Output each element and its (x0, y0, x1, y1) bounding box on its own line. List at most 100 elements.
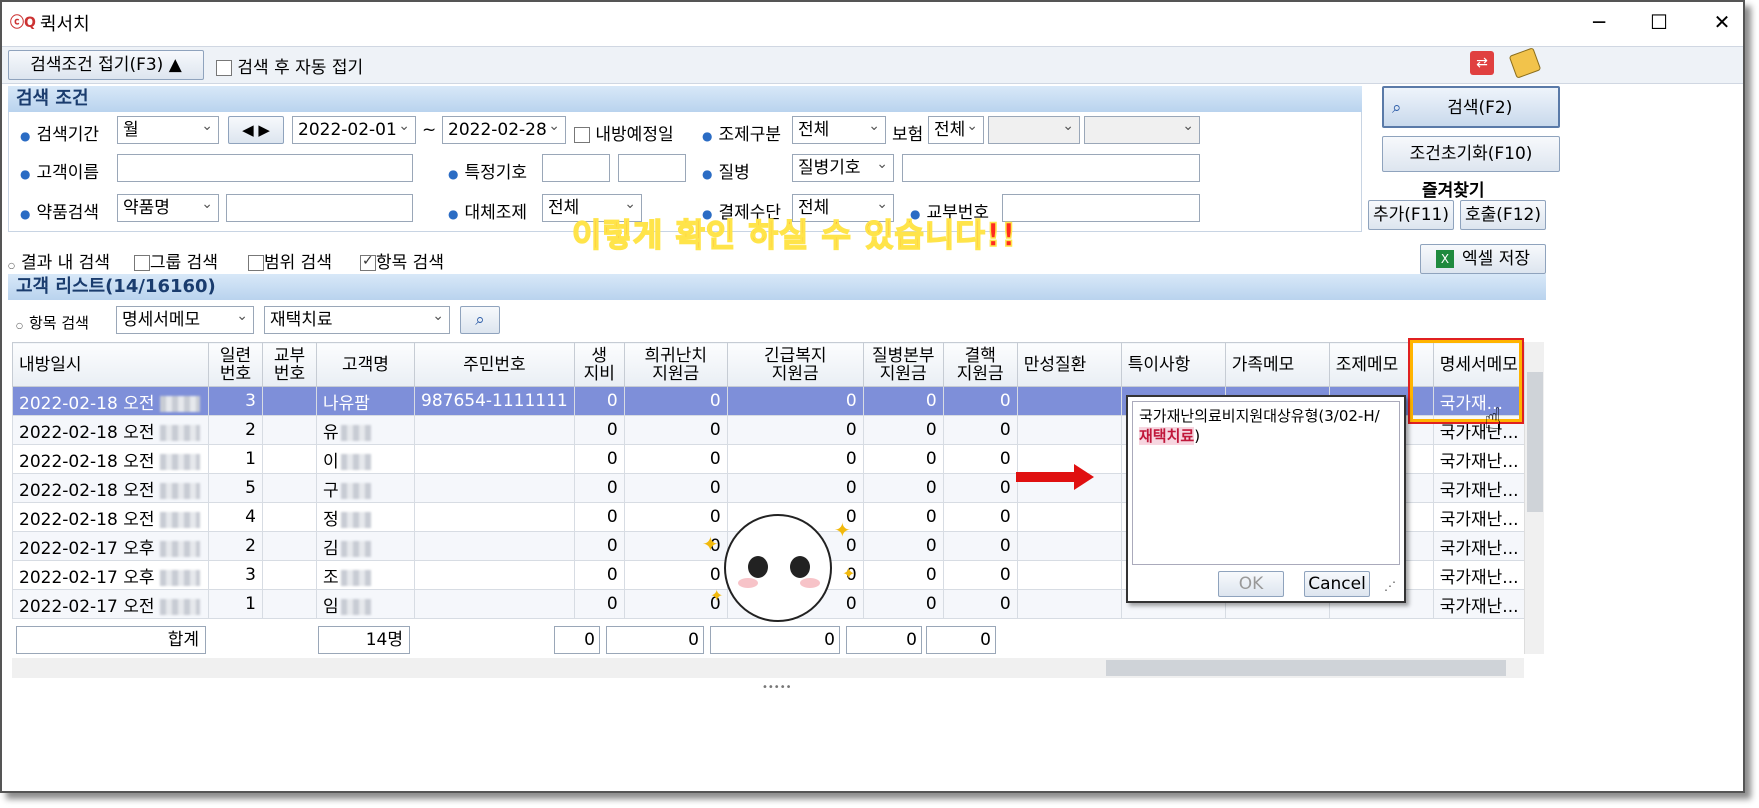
table-cell[interactable]: 김 (316, 531, 415, 561)
column-header[interactable]: 질병본부 지원금 (862, 342, 944, 387)
group-search-option[interactable]: 그룹 검색 (134, 248, 218, 273)
column-header[interactable]: 결핵 지원금 (942, 342, 1018, 387)
table-cell[interactable]: 임 (316, 589, 415, 619)
horizontal-scroll-thumb[interactable] (1106, 660, 1506, 676)
table-cell[interactable]: 조 (316, 560, 415, 590)
table-cell[interactable] (262, 531, 317, 561)
table-cell[interactable]: 0 (862, 589, 944, 619)
table-cell[interactable]: 0 (573, 560, 625, 590)
table-cell[interactable]: 2022-02-18 오전 (12, 386, 209, 416)
table-cell[interactable] (1016, 415, 1122, 445)
drug-search-input[interactable] (226, 194, 413, 222)
range-search-checkbox[interactable] (248, 255, 264, 271)
drug-search-type-select[interactable]: 약품명 (117, 194, 219, 222)
table-cell[interactable] (262, 589, 317, 619)
table-cell[interactable] (1016, 444, 1122, 474)
ok-button[interactable]: OK (1218, 571, 1284, 597)
date-to-picker[interactable]: 2022-02-28 (442, 116, 566, 144)
reset-conditions-button[interactable]: 조건초기화(F10) (1382, 136, 1560, 172)
column-header[interactable]: 특이사항 (1120, 342, 1226, 387)
table-cell[interactable]: 구 (316, 473, 415, 503)
table-cell[interactable] (262, 444, 317, 474)
disease-type-select[interactable]: 질병기호 (792, 154, 894, 182)
column-header[interactable]: 가족메모 (1224, 342, 1330, 387)
column-header[interactable]: 고객명 (316, 342, 415, 387)
table-cell[interactable]: 0 (573, 589, 625, 619)
table-cell[interactable] (1016, 502, 1122, 532)
customer-name-input[interactable] (117, 154, 413, 182)
date-from-picker[interactable]: 2022-02-01 (292, 116, 416, 144)
period-unit-select[interactable]: 월 (117, 116, 219, 144)
eraser-icon[interactable] (1508, 47, 1542, 79)
auto-collapse-option[interactable]: 검색 후 자동 접기 (216, 53, 363, 78)
column-header[interactable]: 교부 번호 (262, 342, 317, 387)
table-cell[interactable]: 정 (316, 502, 415, 532)
column-header[interactable]: 주민번호 (414, 342, 575, 387)
table-cell[interactable]: 0 (862, 386, 944, 416)
table-cell[interactable]: 0 (942, 531, 1018, 561)
auto-collapse-checkbox[interactable] (216, 60, 232, 76)
table-cell[interactable]: 0 (726, 415, 864, 445)
table-cell[interactable]: 3 (208, 560, 263, 590)
column-header[interactable]: 긴급복지 지원금 (726, 342, 864, 387)
dispense-type-select[interactable]: 전체 (792, 116, 886, 144)
visit-scheduled-checkbox[interactable] (574, 127, 590, 143)
table-cell[interactable]: 0 (726, 386, 864, 416)
table-cell[interactable]: 0 (862, 473, 944, 503)
table-cell[interactable]: 2 (208, 531, 263, 561)
result-search-option[interactable]: ○ 결과 내 검색 (8, 248, 110, 273)
table-cell[interactable]: 2022-02-18 오전 (12, 444, 209, 474)
table-cell[interactable]: 0 (573, 473, 625, 503)
excel-save-button[interactable]: X 엑셀 저장 (1420, 244, 1546, 274)
table-cell[interactable] (262, 415, 317, 445)
favorites-add-button[interactable]: 추가(F11) (1368, 200, 1454, 230)
table-cell[interactable]: 2022-02-17 오후 (12, 531, 209, 561)
group-search-checkbox[interactable] (134, 255, 150, 271)
table-cell[interactable] (1016, 531, 1122, 561)
table-cell[interactable]: 이 (316, 444, 415, 474)
table-cell[interactable]: 2022-02-17 오전 (12, 589, 209, 619)
table-cell[interactable]: 0 (942, 589, 1018, 619)
table-cell[interactable]: 1 (208, 444, 263, 474)
item-search-icon[interactable]: ⌕ (460, 306, 500, 334)
table-cell[interactable]: 0 (942, 444, 1018, 474)
table-cell[interactable]: 0 (573, 502, 625, 532)
table-cell[interactable]: 0 (942, 415, 1018, 445)
period-prev-next-buttons[interactable]: ◀ ▶ (228, 116, 284, 144)
item-search-option[interactable]: 항목 검색 (360, 248, 444, 273)
table-cell[interactable]: 1 (208, 589, 263, 619)
table-cell[interactable] (262, 502, 317, 532)
table-cell[interactable]: 2022-02-18 오전 (12, 473, 209, 503)
table-cell[interactable] (1016, 589, 1122, 619)
table-cell[interactable] (414, 415, 575, 445)
table-cell[interactable] (1016, 560, 1122, 590)
column-header[interactable]: 생 지비 (573, 342, 625, 387)
column-header[interactable]: 만성질환 (1016, 342, 1122, 387)
minimize-button[interactable]: ─ (1577, 6, 1621, 38)
table-cell[interactable] (414, 502, 575, 532)
table-cell[interactable]: 0 (862, 560, 944, 590)
table-cell[interactable]: 0 (862, 531, 944, 561)
item-search-checkbox[interactable] (360, 253, 376, 271)
favorites-load-button[interactable]: 호출(F12) (1460, 200, 1546, 230)
table-cell[interactable] (414, 473, 575, 503)
table-cell[interactable]: 0 (623, 415, 728, 445)
column-header[interactable]: 일련 번호 (208, 342, 263, 387)
table-cell[interactable]: 3 (208, 386, 263, 416)
table-cell[interactable] (262, 386, 317, 416)
table-cell[interactable]: 0 (942, 560, 1018, 590)
issue-no-input[interactable] (1002, 194, 1200, 222)
table-cell[interactable] (1016, 386, 1122, 416)
table-cell[interactable]: 0 (942, 502, 1018, 532)
table-cell[interactable]: 5 (208, 473, 263, 503)
search-button[interactable]: ⌕ 검색(F2) (1382, 86, 1560, 128)
table-cell[interactable]: 2022-02-17 오후 (12, 560, 209, 590)
column-header[interactable]: 내방일시 (12, 342, 209, 387)
vertical-scroll-thumb[interactable] (1527, 372, 1543, 512)
table-cell[interactable]: 0 (573, 386, 625, 416)
item-field-select[interactable]: 명세서메모 (116, 306, 254, 334)
visit-scheduled-option[interactable]: 내방예정일 (574, 120, 674, 145)
table-cell[interactable] (414, 560, 575, 590)
table-cell[interactable]: 0 (623, 502, 728, 532)
table-cell[interactable] (414, 444, 575, 474)
